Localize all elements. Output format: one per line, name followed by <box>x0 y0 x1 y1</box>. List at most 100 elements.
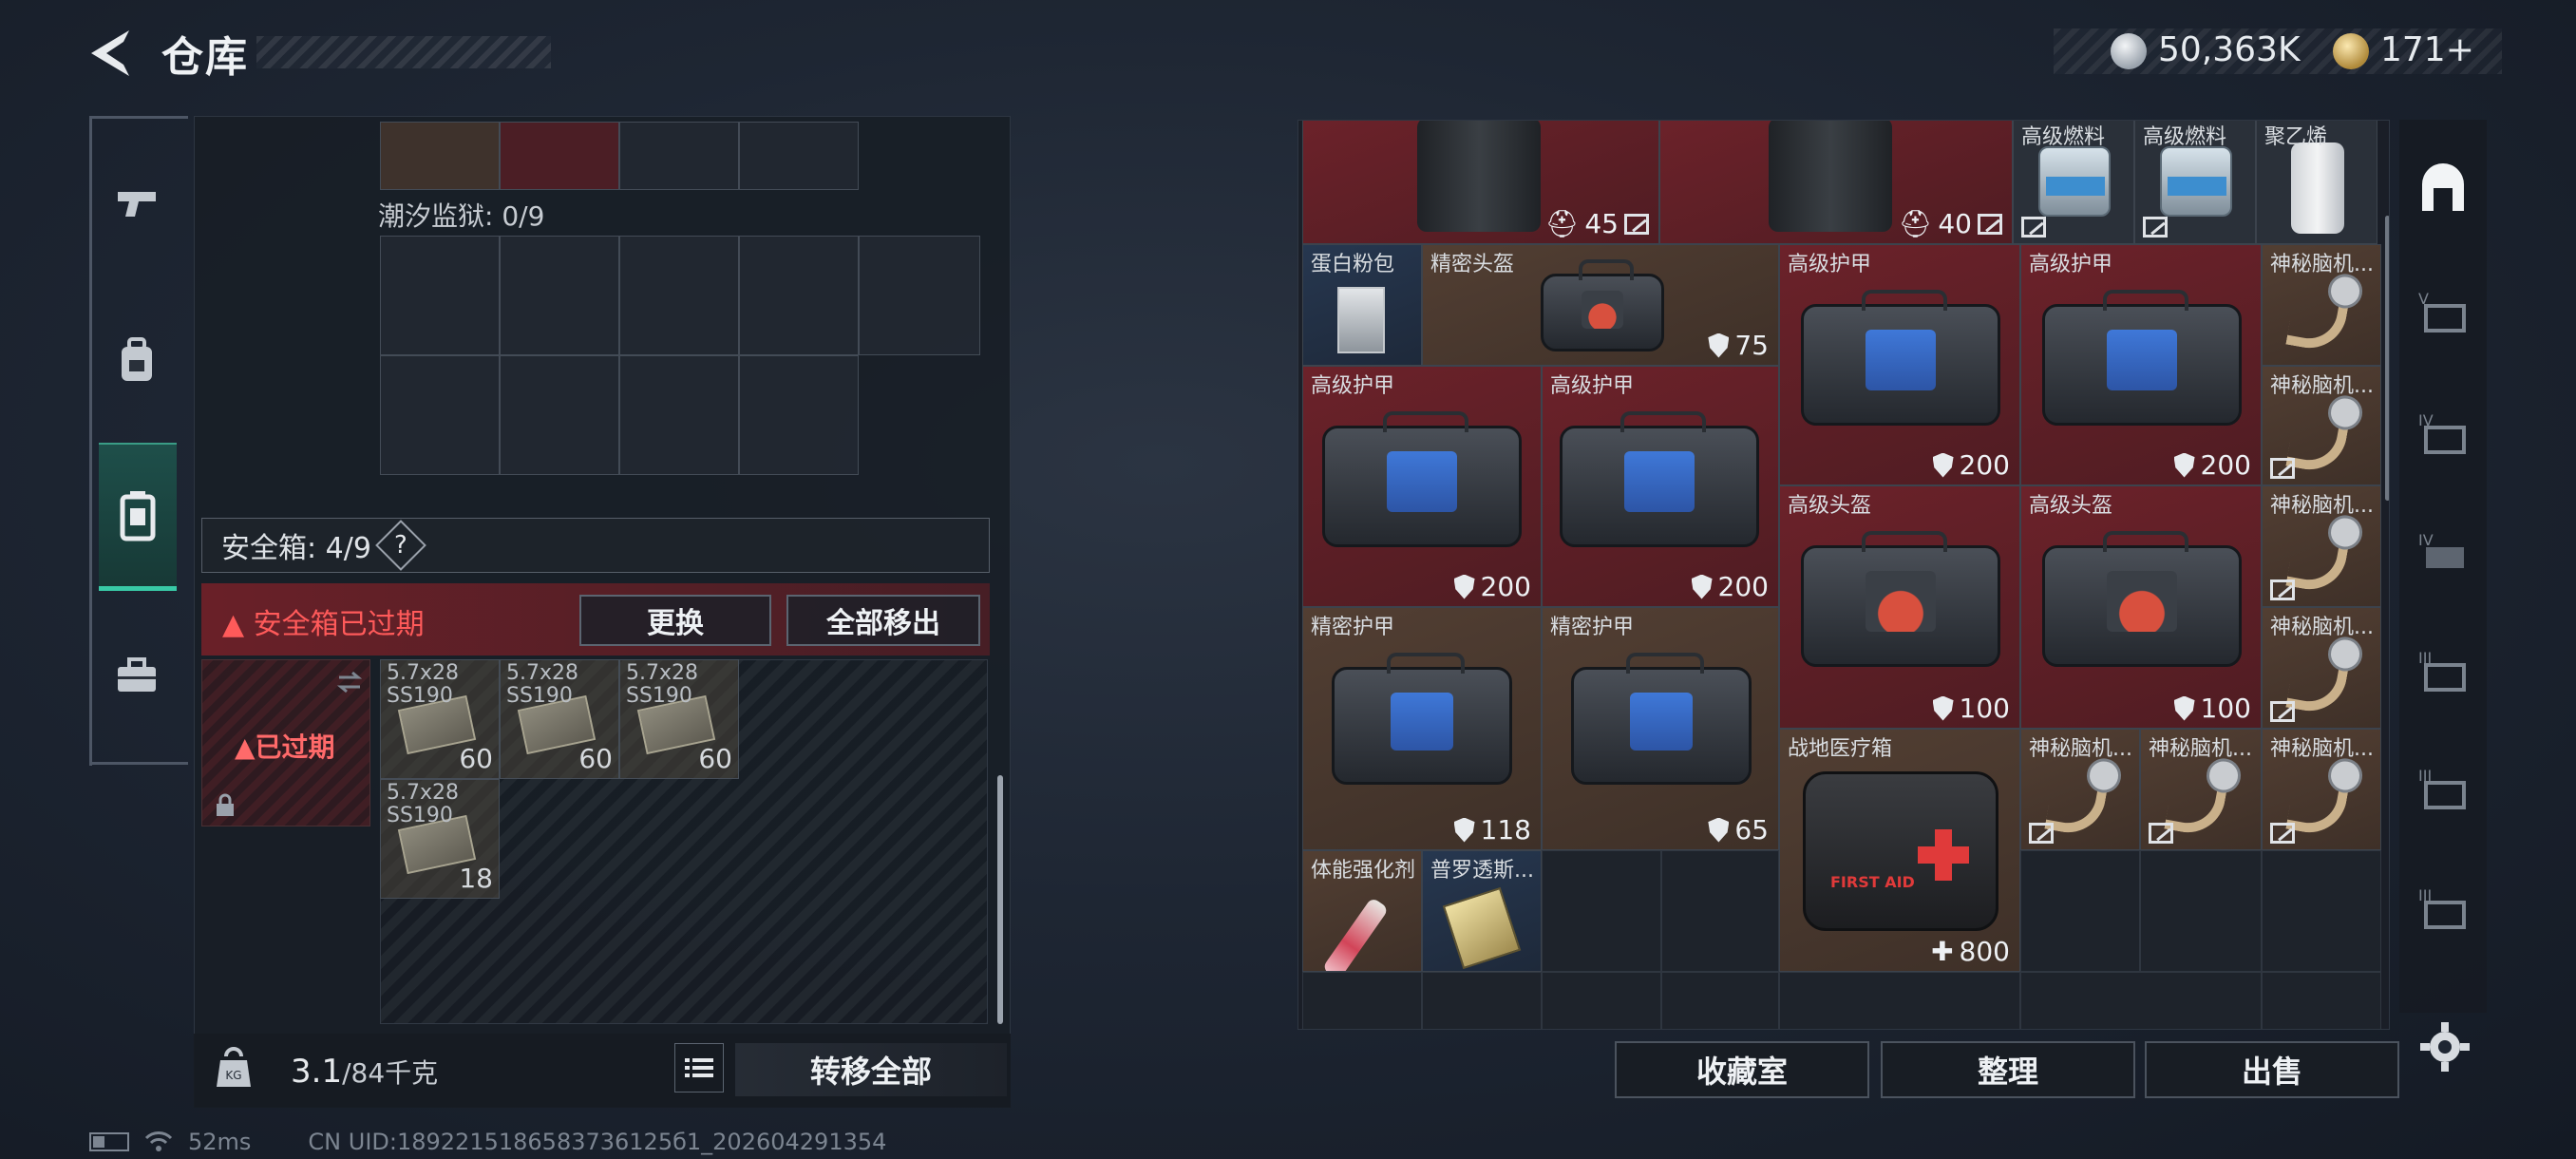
nav-toolbox-tab[interactable] <box>101 638 173 711</box>
back-arrow-icon[interactable] <box>87 27 137 80</box>
stash-item-precise-armor[interactable]: 精密护甲 118 <box>1302 607 1542 850</box>
no-favorite-icon <box>2021 217 2046 238</box>
move-all-out-button[interactable]: 全部移出 <box>786 595 980 646</box>
stash-item-adv-armor[interactable]: 高级护甲 200 <box>1779 244 2020 485</box>
prison-slot[interactable] <box>500 236 619 355</box>
stash-item-adv-helmet[interactable]: 高级头盔 100 <box>1779 485 2020 729</box>
stash-item-stimulant[interactable]: 体能强化剂 <box>1302 850 1422 972</box>
stash-item-armor[interactable]: ⛑ 40 <box>1659 121 2013 244</box>
stash-item-mystery-chip[interactable]: 神秘脑机... <box>2262 485 2381 607</box>
stash-item-fuel[interactable]: 高级燃料 <box>2134 121 2256 244</box>
no-favorite-icon <box>1978 213 2002 235</box>
item-durability: ⛑ 40 <box>1899 208 2002 239</box>
inventory-slot[interactable] <box>619 122 739 190</box>
stash-item-mystery-chip[interactable]: 神秘脑机... <box>2262 244 2381 366</box>
stash-slot[interactable] <box>1779 972 2020 1029</box>
prison-slot[interactable] <box>619 236 739 355</box>
foil-pack-icon <box>1442 886 1522 970</box>
first-aid-kit-icon: FIRST AID <box>1803 771 1998 931</box>
stash-slot[interactable] <box>2262 972 2381 1029</box>
sell-button[interactable]: 出售 <box>2145 1041 2399 1098</box>
stash-item-precise-helmet[interactable]: 精密头盔 75 <box>1422 244 1779 366</box>
stash-slot[interactable] <box>1422 972 1542 1029</box>
no-favorite-icon <box>2029 823 2054 844</box>
stash-item-adv-helmet[interactable]: 高级头盔 100 <box>2020 485 2262 729</box>
shield-icon <box>2173 452 2195 478</box>
stash-item-precise-armor[interactable]: 精密护甲 65 <box>1542 607 1779 850</box>
help-icon[interactable]: ? <box>375 520 426 571</box>
collection-room-button[interactable]: 收藏室 <box>1615 1041 1869 1098</box>
prison-slot[interactable] <box>739 236 859 355</box>
prison-slot[interactable] <box>739 355 859 475</box>
stash-slot[interactable] <box>1542 850 1661 972</box>
stash-tab-3a[interactable]: III <box>2413 640 2473 701</box>
nav-gear-tab[interactable] <box>101 325 173 397</box>
nav-weapons-tab[interactable] <box>101 167 173 239</box>
stash-item-adv-armor[interactable]: 高级护甲 200 <box>1302 366 1542 607</box>
shield-icon <box>1691 574 1713 599</box>
shield-icon <box>1708 332 1730 358</box>
stash-slot[interactable] <box>1302 972 1422 1029</box>
ammo-item[interactable]: 5.7x28 SS190 60 <box>619 659 739 779</box>
inventory-slot[interactable] <box>739 122 859 190</box>
stash-item-polyethylene[interactable]: 聚乙烯 <box>2256 121 2377 244</box>
stash-item-proteus[interactable]: 普罗透斯... <box>1422 850 1542 972</box>
transfer-all-button[interactable]: 转移全部 <box>735 1043 1007 1096</box>
ping-readout: 52ms <box>188 1129 252 1155</box>
stash-item-mystery-chip[interactable]: 神秘脑机... <box>2262 607 2381 729</box>
stash-slot[interactable] <box>2262 850 2381 972</box>
settings-gear-icon[interactable] <box>2418 1020 2472 1074</box>
stash-slot[interactable] <box>1542 972 1661 1029</box>
stash-tab-4a[interactable]: IV <box>2413 403 2473 464</box>
stash-tab-home[interactable] <box>2413 160 2473 220</box>
stash-tab-3b[interactable]: III <box>2413 758 2473 819</box>
stash-slot[interactable] <box>1661 850 1779 972</box>
prison-slot[interactable] <box>500 355 619 475</box>
prison-slot[interactable] <box>380 355 500 475</box>
stash-tab-4b[interactable]: IV <box>2413 522 2473 583</box>
stash-item-field-medkit[interactable]: FIRST AID 战地医疗箱 ✚ 800 <box>1779 729 2020 972</box>
stash-slot[interactable] <box>2140 850 2262 972</box>
inventory-slot-filled[interactable] <box>380 122 500 190</box>
no-favorite-icon <box>2143 217 2168 238</box>
stash-item-mystery-chip[interactable]: 神秘脑机... <box>2262 366 2381 485</box>
safe-case-item[interactable]: ▲已过期 <box>201 659 370 826</box>
stash-item-mystery-chip[interactable]: 神秘脑机... <box>2262 729 2381 850</box>
inventory-slot-filled[interactable] <box>500 122 619 190</box>
replace-button[interactable]: 更换 <box>579 595 771 646</box>
shield-icon <box>1932 452 1954 478</box>
stash-slot[interactable] <box>1661 972 1779 1029</box>
safe-case-icon <box>120 490 156 541</box>
left-scrollbar[interactable] <box>997 775 1003 1024</box>
ammo-item[interactable]: 5.7x28 SS190 60 <box>500 659 619 779</box>
list-view-button[interactable] <box>674 1043 724 1092</box>
stash-slot[interactable] <box>2020 972 2262 1029</box>
stash-tab-3c[interactable]: III <box>2413 878 2473 939</box>
svg-text:IV: IV <box>2418 531 2434 549</box>
stash-item-armor[interactable]: ⛑ 45 <box>1302 121 1659 244</box>
currency-primary-value: 50,363K <box>2158 30 2301 69</box>
stash-scrollbar[interactable] <box>2385 216 2389 501</box>
stash-item-adv-armor[interactable]: 高级护甲 200 <box>2020 244 2262 485</box>
ammo-item[interactable]: 5.7x28 SS190 18 <box>380 779 500 899</box>
swap-icon[interactable] <box>335 670 364 694</box>
prison-slot[interactable] <box>380 236 500 355</box>
stash-item-protein[interactable]: 蛋白粉包 <box>1302 244 1422 366</box>
stash-slot[interactable] <box>2020 850 2140 972</box>
stash-tab-5[interactable]: V <box>2413 281 2473 342</box>
stash-item-mystery-chip[interactable]: 神秘脑机... <box>2140 729 2262 850</box>
prison-slot[interactable] <box>619 355 739 475</box>
stash-item-adv-armor[interactable]: 高级护甲 200 <box>1542 366 1779 607</box>
expired-warning: ▲ 安全箱已过期 <box>222 608 425 641</box>
prison-slot[interactable] <box>859 236 980 355</box>
stash-item-mystery-chip[interactable]: 神秘脑机... <box>2020 729 2140 850</box>
gold-coin-icon <box>2333 33 2369 69</box>
stash-item-fuel[interactable]: 高级燃料 <box>2013 121 2134 244</box>
nav-safe-case-tab[interactable] <box>99 443 177 591</box>
safe-case-header: 安全箱: 4/9 ? <box>201 518 990 573</box>
currency-bar: 50,363K 171+ <box>2054 28 2502 74</box>
ammo-item[interactable]: 5.7x28 SS190 60 <box>380 659 500 779</box>
organize-button[interactable]: 整理 <box>1881 1041 2135 1098</box>
stash-panel: ⛑ 45 ⛑ 40 高级燃料 高级燃料 聚乙烯 蛋白粉包 精密头盔 75 高级护甲 … <box>1297 120 2390 1030</box>
item-durability: ⛑ 45 <box>1545 208 1649 239</box>
